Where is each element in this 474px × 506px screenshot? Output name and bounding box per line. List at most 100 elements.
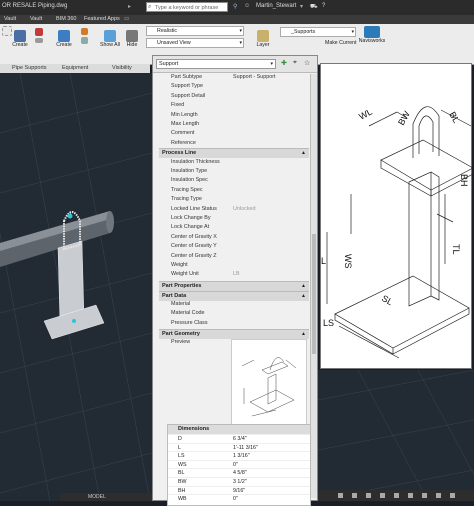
status-icon xyxy=(394,493,399,498)
label-bh: BH xyxy=(459,174,469,187)
properties-palette: Support ▾ ✚ ⌖ ☆ Part Subtype Support - Sup… xyxy=(152,55,318,506)
view-dropdown[interactable]: Unsaved View ▾ xyxy=(146,38,244,48)
model-viewport-right[interactable] xyxy=(318,370,474,501)
viewport-grid xyxy=(318,370,474,501)
model-tab-bar: MODEL xyxy=(60,493,152,501)
search-icon: ⌕ xyxy=(148,4,152,10)
status-bar xyxy=(318,490,474,501)
prop-row[interactable]: Fixed xyxy=(153,101,309,110)
user-icon[interactable]: ☺ xyxy=(244,3,250,9)
prop-row[interactable]: Reference xyxy=(153,139,309,148)
prop-row[interactable]: Center of Gravity Y xyxy=(153,242,309,251)
label-ws: WS xyxy=(343,254,353,269)
model-viewport[interactable] xyxy=(0,73,152,501)
prop-row[interactable]: Support Detail xyxy=(153,92,309,101)
visual-style-dropdown[interactable]: Realistic ▾ xyxy=(146,26,244,36)
palette-scrollbar[interactable] xyxy=(310,74,317,498)
show-all-button[interactable]: Show All xyxy=(100,30,120,48)
prop-row[interactable]: Tracing Type xyxy=(153,195,309,204)
status-icon xyxy=(352,493,357,498)
create-equipment-button[interactable]: Create xyxy=(54,30,74,48)
prop-row[interactable]: Support Type xyxy=(153,82,309,91)
show-all-icon xyxy=(104,30,116,42)
tab-vault-1[interactable]: Vault xyxy=(4,16,16,22)
prop-row[interactable]: Weight xyxy=(153,261,309,270)
pipe-support-model xyxy=(0,73,152,501)
panel-equipment: Equipment xyxy=(62,65,89,71)
support-drawing: WL BW BL BH TL WS SL LS L xyxy=(321,106,474,359)
label-ls: LS xyxy=(323,318,334,328)
tab-more-icon[interactable]: ▭ xyxy=(124,16,129,22)
title-arrows-icon[interactable]: ▸ xyxy=(128,3,131,10)
label-bl: BL xyxy=(447,110,461,125)
hide-button[interactable]: Hide xyxy=(124,30,140,48)
prop-row[interactable]: Insulation Type xyxy=(153,167,309,176)
ribbon-tabs: Vault Vault BIM 360 Featured Apps ▭ xyxy=(0,15,474,24)
prop-row[interactable]: Lock Change By xyxy=(153,214,309,223)
preview-thumbnail xyxy=(231,339,307,427)
prop-row[interactable]: Pressure Class xyxy=(153,319,309,328)
create-support-button[interactable]: Create xyxy=(11,30,29,48)
prop-row[interactable]: Locked Line Status Unlocked xyxy=(153,205,309,214)
dimensions-header: Dimensions xyxy=(168,425,310,434)
search-input[interactable]: ⌕ Type a keyword or phrase xyxy=(146,2,228,12)
title-prefix: OR RESALE xyxy=(2,3,37,9)
status-icon xyxy=(422,493,427,498)
prop-row[interactable]: Material Code xyxy=(153,309,309,318)
scrollbar-thumb[interactable] xyxy=(312,234,316,354)
binoculars-icon[interactable]: ⚲ xyxy=(233,3,237,10)
support-tools-icon[interactable] xyxy=(32,28,46,43)
prop-row[interactable]: Insulation Thickness xyxy=(153,158,309,167)
equipment-tools-icon[interactable] xyxy=(78,28,90,44)
search-placeholder: Type a keyword or phrase xyxy=(155,5,219,11)
user-dropdown-icon[interactable]: ▾ xyxy=(300,3,303,10)
hide-icon xyxy=(126,30,138,42)
prop-row[interactable]: Center of Gravity Z xyxy=(153,252,309,261)
tab-vault-2[interactable]: Vault xyxy=(30,16,42,22)
prop-row[interactable]: Min Length xyxy=(153,111,309,120)
prop-row[interactable]: Center of Gravity X xyxy=(153,233,309,242)
prop-row[interactable]: Insulation Spec xyxy=(153,176,309,185)
layer-icon xyxy=(257,30,269,42)
select-objects-icon[interactable]: ⌖ xyxy=(293,59,297,67)
help-icon[interactable]: ? xyxy=(322,3,325,9)
layer-button[interactable]: Layer xyxy=(254,30,272,48)
section-process-line[interactable]: Process Line ▲ xyxy=(159,148,309,158)
prop-row[interactable]: Weight Unit LB xyxy=(153,270,309,279)
title-bar: OR RESALE Piping.dwg ▸ ⌕ Type a keyword … xyxy=(0,0,474,15)
tab-featured-apps[interactable]: Featured Apps xyxy=(84,16,120,22)
user-name[interactable]: Martin_Stewart xyxy=(256,3,296,9)
prop-row[interactable]: Max Length xyxy=(153,120,309,129)
prop-row[interactable]: Tracing Spec xyxy=(153,186,309,195)
make-current-button[interactable]: Make Current xyxy=(325,40,356,46)
section-part-geometry[interactable]: Part Geometry ▲ xyxy=(159,328,309,339)
object-type-dropdown[interactable]: Support ▾ xyxy=(156,59,276,69)
status-icon xyxy=(380,493,385,498)
cart-icon[interactable]: ⛟ xyxy=(310,3,318,11)
tab-bim360[interactable]: BIM 360 xyxy=(56,16,76,22)
label-tl: TL xyxy=(451,244,461,255)
section-part-properties[interactable]: Part Properties ▲ xyxy=(159,281,309,291)
dimension-row[interactable]: WB 0" xyxy=(168,494,310,504)
navisworks-button[interactable]: Navisworks xyxy=(357,26,387,44)
prop-row[interactable]: Lock Change At xyxy=(153,223,309,232)
model-tab[interactable]: MODEL xyxy=(88,494,106,500)
support-icon xyxy=(14,30,26,42)
status-icon xyxy=(366,493,371,498)
layer-dropdown[interactable]: _Supports ▾ xyxy=(280,27,356,37)
section-part-data[interactable]: Part Data ▲ xyxy=(159,290,309,301)
status-icon xyxy=(450,493,455,498)
navisworks-icon xyxy=(364,26,380,38)
prop-row[interactable]: Material xyxy=(153,300,309,309)
label-l: L xyxy=(321,256,326,266)
pickadd-icon[interactable]: ☆ xyxy=(304,59,310,67)
status-icon xyxy=(436,493,441,498)
label-bw: BW xyxy=(396,109,412,127)
prop-row[interactable]: Part Subtype Support - Support xyxy=(153,73,309,82)
quick-select-icon[interactable]: ✚ xyxy=(281,59,287,67)
panel-visibility: Visibility xyxy=(112,65,132,71)
status-icon xyxy=(338,493,343,498)
label-sl: SL xyxy=(380,293,395,307)
prop-row[interactable]: Comment xyxy=(153,129,309,138)
palette-header: Support ▾ ✚ ⌖ ☆ xyxy=(153,56,317,73)
